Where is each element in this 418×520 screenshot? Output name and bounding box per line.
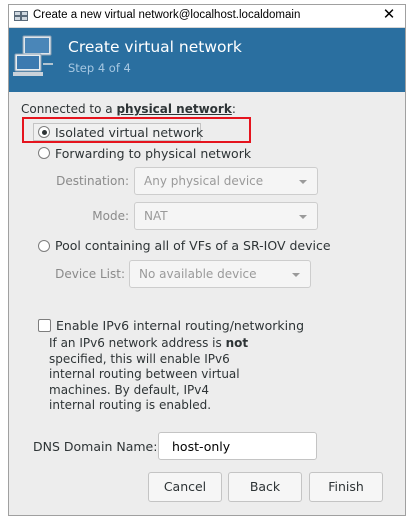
section-label-bold: physical network	[116, 102, 232, 116]
wizard-step: Step 4 of 4	[68, 61, 131, 75]
device-list-dropdown[interactable]: No available device	[129, 260, 311, 288]
radio-sriov-pool[interactable]	[38, 240, 50, 252]
radio-forwarding[interactable]	[38, 147, 50, 159]
mode-label: Mode:	[92, 209, 129, 223]
finish-button[interactable]: Finish	[309, 472, 383, 502]
ipv6-description: If an IPv6 network address is not specif…	[49, 336, 269, 414]
window-title: Create a new virtual network@localhost.l…	[33, 9, 301, 21]
dialog-window: Create a new virtual network@localhost.l…	[8, 4, 406, 516]
ipv6-desc-line: machines. By default, IPv4	[49, 382, 209, 397]
chevron-down-icon	[299, 180, 307, 184]
ipv6-checkbox-label[interactable]: Enable IPv6 internal routing/networking	[56, 318, 304, 333]
desc-text: If an IPv6 network address is	[49, 336, 226, 350]
ipv6-desc-line: internal routing is enabled.	[49, 398, 212, 412]
close-button[interactable]: ✕	[381, 7, 397, 23]
mode-value: NAT	[144, 209, 168, 223]
virt-manager-icon	[14, 11, 28, 21]
wizard-title: Create virtual network	[68, 38, 242, 56]
wizard-header: Create virtual network Step 4 of 4	[9, 28, 405, 92]
dns-domain-label: DNS Domain Name:	[33, 439, 158, 454]
section-label-prefix: Connected to a	[21, 102, 117, 116]
device-list-label: Device List:	[55, 267, 125, 281]
destination-label: Destination:	[56, 174, 129, 188]
destination-value: Any physical device	[144, 174, 264, 188]
destination-dropdown[interactable]: Any physical device	[134, 167, 318, 195]
dns-domain-value: host-only	[172, 439, 231, 454]
dns-domain-input[interactable]: host-only	[158, 432, 317, 460]
highlight-box	[22, 117, 251, 143]
back-button[interactable]: Back	[228, 472, 302, 502]
chevron-down-icon	[292, 273, 300, 277]
ipv6-checkbox[interactable]	[38, 319, 51, 332]
mode-dropdown[interactable]: NAT	[134, 202, 318, 230]
title-bar[interactable]: Create a new virtual network@localhost.l…	[9, 5, 405, 28]
ipv6-desc-line: specified, this will enable IPv6	[49, 351, 230, 366]
chevron-down-icon	[299, 215, 307, 219]
network-computers-icon	[13, 35, 53, 76]
radio-forwarding-label[interactable]: Forwarding to physical network	[55, 146, 251, 161]
radio-sriov-pool-label[interactable]: Pool containing all of VFs of a SR-IOV d…	[55, 238, 331, 253]
ipv6-desc-line: internal routing between virtual	[49, 367, 240, 381]
desc-bold: not	[225, 336, 249, 350]
ipv6-desc-line: If an IPv6 network address is not	[49, 336, 269, 352]
section-label-suffix: :	[231, 102, 236, 116]
physical-network-section-label: Connected to a physical network:	[21, 102, 236, 116]
device-list-value: No available device	[139, 267, 257, 281]
cancel-button[interactable]: Cancel	[148, 472, 222, 502]
